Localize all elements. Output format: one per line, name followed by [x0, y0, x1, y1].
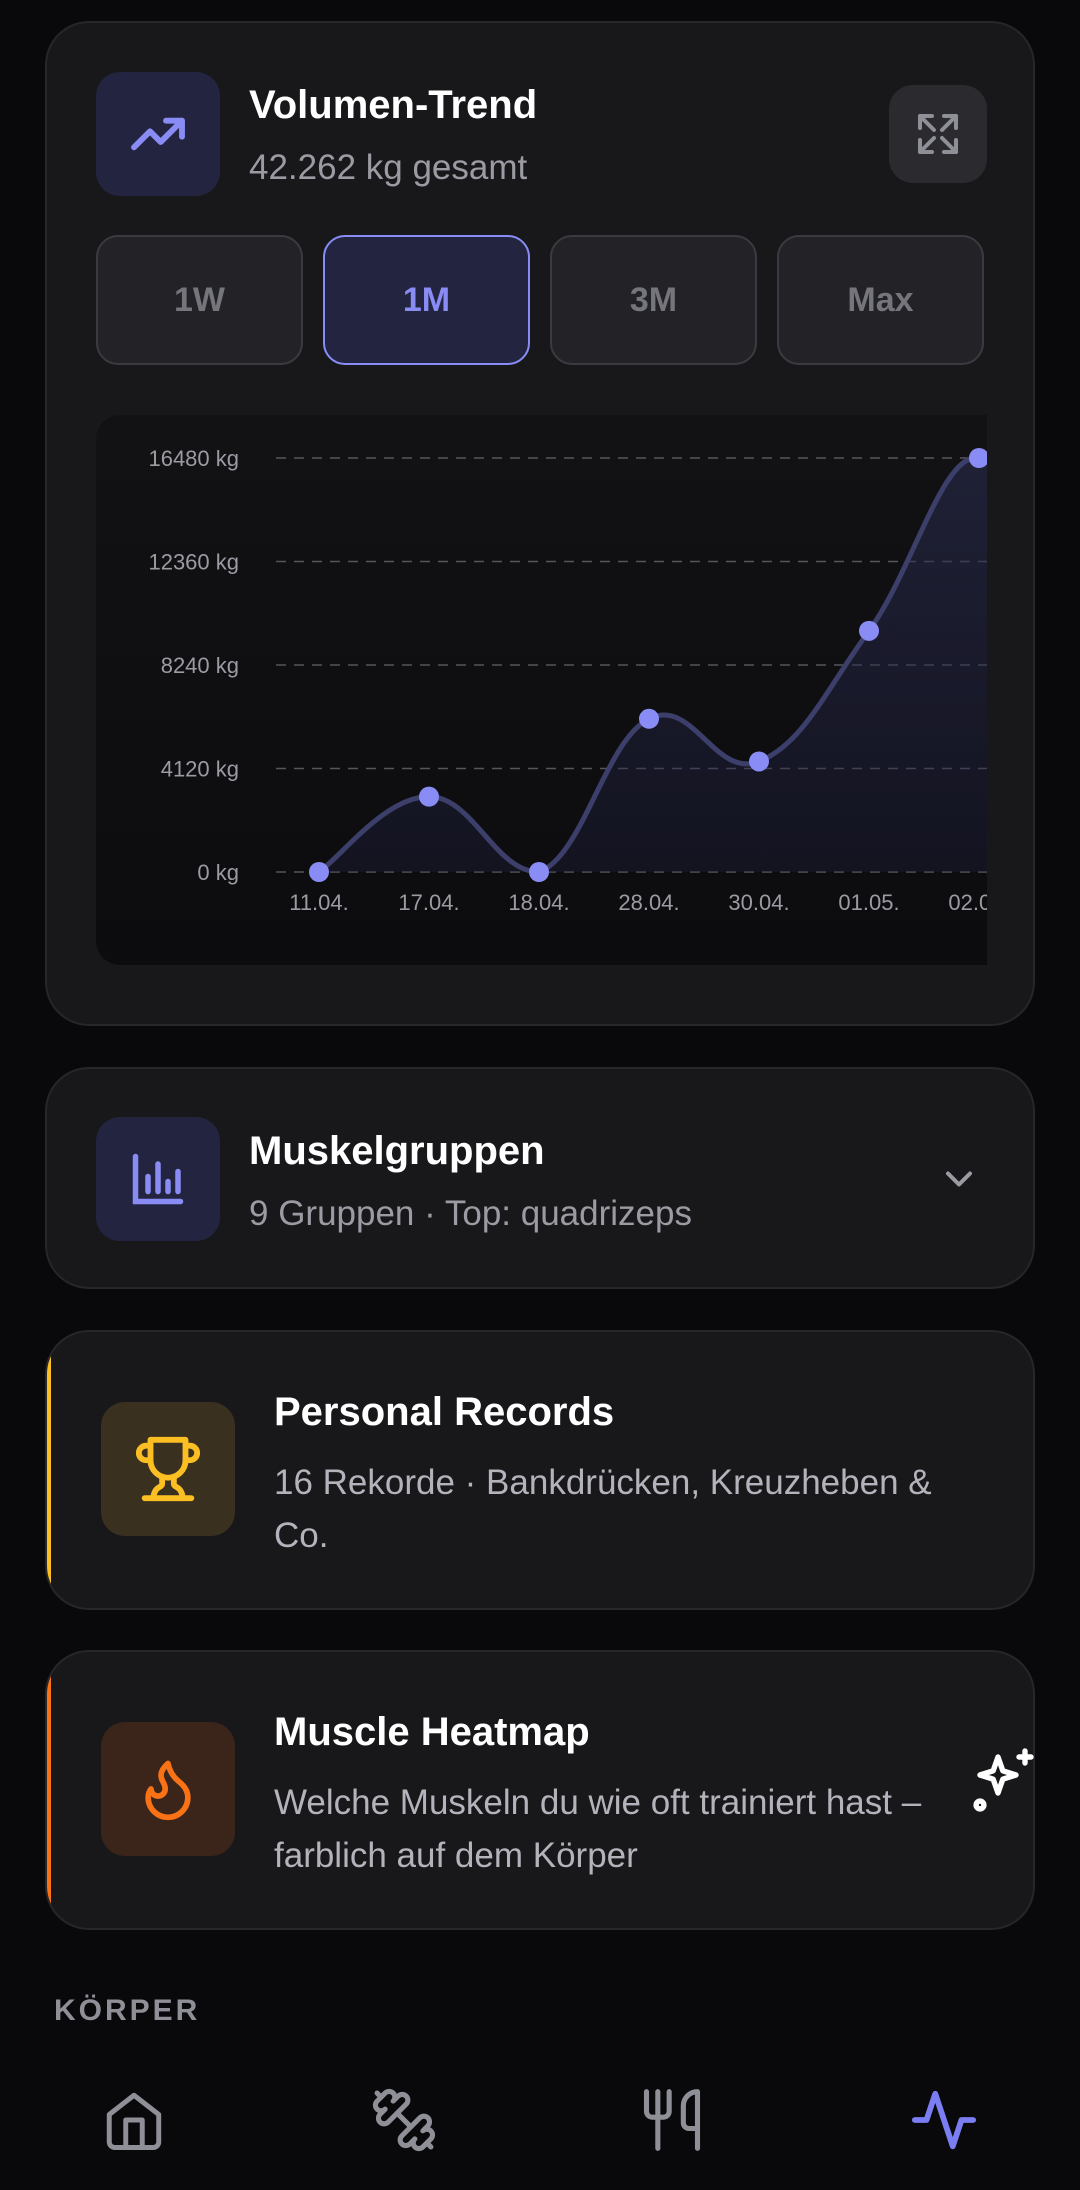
volume-trend-card: Volumen-Trend 42.262 kg gesamt 1W 1M 3M …	[45, 21, 1035, 1026]
pr-subtitle-line2: Co.	[274, 1516, 329, 1555]
y-tick-label: 8240 kg	[161, 653, 239, 678]
data-point	[749, 751, 769, 772]
activity-icon	[911, 2090, 977, 2150]
trophy-icon	[101, 1402, 235, 1536]
y-tick-label: 12360 kg	[148, 550, 239, 575]
muscle-heatmap-card[interactable]: Muscle Heatmap Welche Muskeln du wie oft…	[45, 1650, 1035, 1930]
nav-stats[interactable]	[899, 2075, 989, 2165]
y-tick-label: 4120 kg	[161, 757, 239, 782]
nav-home[interactable]	[89, 2075, 179, 2165]
nav-workouts[interactable]	[359, 2075, 449, 2165]
trend-title: Volumen-Trend	[249, 83, 538, 127]
bar-chart-icon	[96, 1117, 220, 1241]
personal-records-card[interactable]: Personal Records 16 Rekorde · Bankdrücke…	[45, 1330, 1035, 1610]
trend-subtitle: 42.262 kg gesamt	[249, 148, 528, 187]
chevron-down-icon[interactable]	[937, 1157, 981, 1201]
range-max-button[interactable]: Max	[777, 235, 984, 365]
data-point	[419, 786, 439, 807]
x-tick-label: 11.04.	[289, 890, 349, 915]
time-range-selector: 1W 1M 3M Max	[96, 235, 986, 365]
area-fill	[319, 457, 987, 872]
x-tick-label: 28.04.	[618, 890, 679, 915]
bottom-nav	[0, 2050, 1080, 2190]
heatmap-accent-bar	[47, 1652, 51, 1928]
flame-icon	[101, 1722, 235, 1856]
sparkles-icon	[973, 1748, 1034, 1812]
heatmap-subtitle-line2: farblich auf dem Körper	[274, 1836, 638, 1875]
muscle-groups-title: Muskelgruppen	[249, 1129, 545, 1173]
pr-title: Personal Records	[274, 1390, 615, 1434]
range-1m-button[interactable]: 1M	[323, 235, 530, 365]
data-point	[639, 708, 659, 729]
data-point	[529, 862, 549, 882]
trending-up-icon	[96, 72, 220, 196]
x-tick-label: 18.04.	[508, 890, 569, 915]
pr-accent-bar	[47, 1332, 51, 1608]
expand-icon	[918, 114, 958, 154]
heatmap-subtitle-line1: Welche Muskeln du wie oft trainiert hast…	[274, 1783, 922, 1822]
expand-button[interactable]	[889, 85, 987, 183]
utensils-icon	[643, 2089, 701, 2151]
data-point	[309, 862, 329, 882]
data-point	[859, 620, 879, 641]
x-tick-label: 30.04.	[728, 890, 789, 915]
section-label-koerper: KÖRPER	[54, 1994, 201, 2027]
heatmap-title: Muscle Heatmap	[274, 1710, 590, 1754]
volume-chart: 16480 kg 12360 kg 8240 kg 4120 kg 0 kg 11.04.…	[96, 415, 987, 965]
x-tick-label: 17.04.	[398, 890, 459, 915]
range-3m-button[interactable]: 3M	[550, 235, 757, 365]
nav-nutrition[interactable]	[627, 2075, 717, 2165]
y-tick-label: 16480 kg	[148, 446, 239, 471]
range-1w-button[interactable]: 1W	[96, 235, 303, 365]
x-tick-label: 02.05.	[948, 890, 987, 915]
dumbbell-icon	[372, 2088, 436, 2152]
home-icon	[106, 2092, 162, 2150]
volume-chart-svg: 16480 kg 12360 kg 8240 kg 4120 kg 0 kg 11.04.…	[148, 446, 987, 915]
muscle-groups-subtitle: 9 Gruppen · Top: quadrizeps	[249, 1194, 692, 1233]
y-tick-label: 0 kg	[197, 860, 239, 885]
x-tick-label: 01.05.	[838, 890, 899, 915]
pr-subtitle-line1: 16 Rekorde · Bankdrücken, Kreuzheben &	[274, 1463, 932, 1502]
muscle-groups-card[interactable]: Muskelgruppen 9 Gruppen · Top: quadrizep…	[45, 1067, 1035, 1289]
